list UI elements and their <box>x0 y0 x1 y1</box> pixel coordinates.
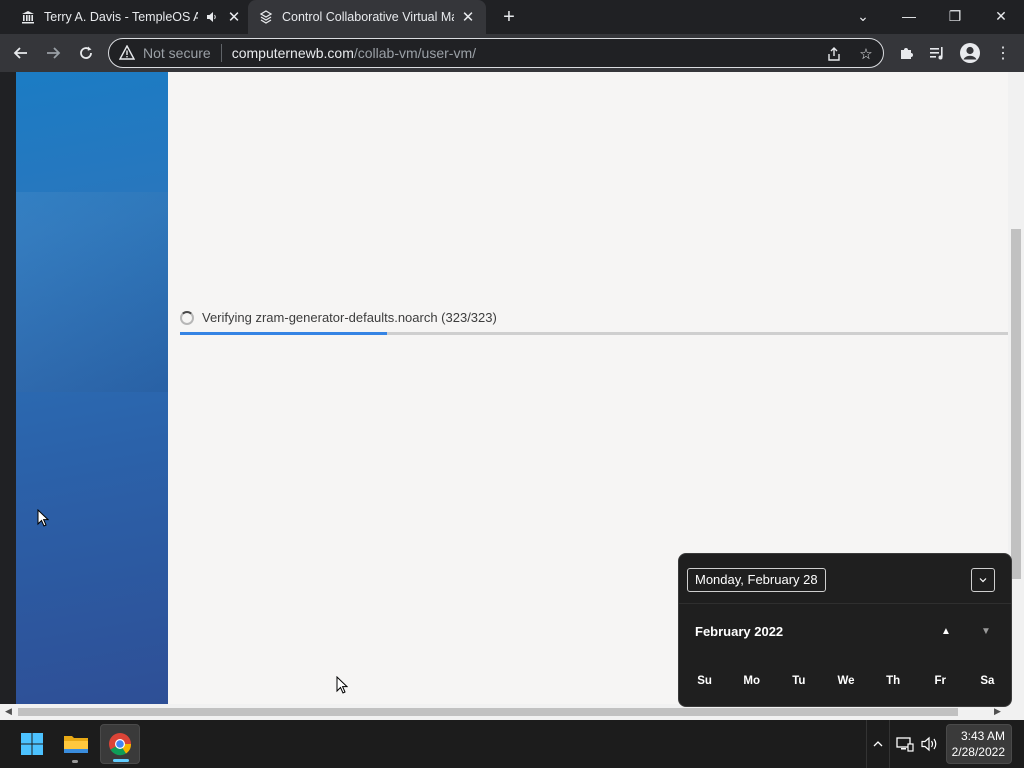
scrollbar-thumb[interactable] <box>18 708 958 716</box>
scroll-right-icon[interactable]: ▶ <box>994 706 1001 717</box>
weekday-label: Th <box>886 675 901 687</box>
calendar-header: Monday, February 28 <box>679 554 1011 604</box>
mouse-cursor-icon <box>37 509 49 527</box>
taskbar: 3:43 AM 2/28/2022 <box>0 720 1024 768</box>
collapse-calendar-button[interactable] <box>971 568 995 592</box>
tab-close-icon[interactable]: ✕ <box>460 9 476 26</box>
tab-close-icon[interactable]: ✕ <box>226 9 242 26</box>
warning-icon[interactable] <box>118 44 136 61</box>
weekday-label: Su <box>697 675 712 687</box>
network-icon[interactable] <box>895 734 915 754</box>
profile-avatar-icon[interactable] <box>957 40 983 66</box>
close-window-button[interactable]: ✕ <box>986 4 1016 28</box>
url-host: computernewb.com <box>231 45 354 61</box>
file-explorer-icon[interactable] <box>56 724 96 764</box>
scrollbar-thumb[interactable] <box>1011 229 1021 579</box>
selected-date[interactable]: Monday, February 28 <box>687 568 826 592</box>
previous-month-icon[interactable]: ▲ <box>941 626 951 637</box>
tab-title: Terry A. Davis - TempleOS Ar <box>44 10 198 24</box>
weekday-header: Su Mo Tu We Th Fr Sa <box>681 675 1011 687</box>
extensions-puzzle-icon[interactable] <box>893 40 919 66</box>
weekday-label: Sa <box>980 675 995 687</box>
install-status-text: Verifying zram-generator-defaults.noarch… <box>202 310 497 325</box>
media-control-icon[interactable] <box>924 40 950 66</box>
install-progress-bar <box>180 332 1008 335</box>
weekday-label: We <box>837 675 855 687</box>
mouse-cursor-icon <box>336 676 348 694</box>
installer-sidebar <box>16 72 168 704</box>
browser-toolbar: Not secure computernewb.com /collab-vm/u… <box>0 34 1024 72</box>
tab-templeos[interactable]: Terry A. Davis - TempleOS Ar ✕ <box>10 0 246 34</box>
back-arrow-icon[interactable] <box>8 40 34 66</box>
weekday-label: Fr <box>934 675 947 687</box>
weekday-label: Mo <box>743 675 761 687</box>
speaker-icon[interactable] <box>204 9 220 25</box>
share-icon[interactable] <box>825 45 843 63</box>
spinner-icon <box>180 311 194 325</box>
star-icon[interactable]: ☆ <box>857 45 875 63</box>
clock-time: 3:43 AM <box>960 729 1005 743</box>
month-label[interactable]: February 2022 <box>695 624 783 639</box>
reload-icon[interactable] <box>73 40 99 66</box>
chevron-down-icon <box>979 578 987 583</box>
security-label[interactable]: Not secure <box>143 45 211 61</box>
progress-fill <box>180 332 387 335</box>
volume-icon[interactable] <box>920 734 940 754</box>
start-icon[interactable] <box>12 724 52 764</box>
chrome-icon[interactable] <box>100 724 140 764</box>
tab-title: Control Collaborative Virtual Ma <box>282 10 454 24</box>
chevron-down-icon[interactable]: ⌄ <box>848 4 878 28</box>
chevron-up-icon[interactable] <box>866 720 890 768</box>
new-tab-button[interactable]: + <box>498 6 520 28</box>
forward-arrow-icon[interactable] <box>40 40 66 66</box>
taskbar-clock[interactable]: 3:43 AM 2/28/2022 <box>946 724 1012 764</box>
scroll-left-icon[interactable]: ◀ <box>5 706 12 717</box>
weekday-label: Tu <box>792 675 806 687</box>
tab-collabvm[interactable]: Control Collaborative Virtual Ma ✕ <box>248 0 486 34</box>
divider <box>220 44 222 62</box>
vm-logo-icon <box>258 9 274 25</box>
building-columns-icon <box>20 9 36 25</box>
kebab-menu-icon[interactable]: ⋮ <box>990 40 1016 66</box>
url-path: /collab-vm/user-vm/ <box>353 45 477 61</box>
restore-button[interactable]: ❐ <box>940 4 970 28</box>
clock-date: 2/28/2022 <box>951 745 1005 759</box>
tab-strip: Terry A. Davis - TempleOS Ar ✕ Control C… <box>0 0 1024 34</box>
address-bar[interactable]: Not secure computernewb.com /collab-vm/u… <box>108 38 884 68</box>
next-month-icon[interactable]: ▼ <box>981 626 991 637</box>
minimize-button[interactable]: — <box>894 4 924 28</box>
calendar-flyout: Monday, February 28 February 2022 ▲ ▼ Su… <box>678 553 1012 707</box>
